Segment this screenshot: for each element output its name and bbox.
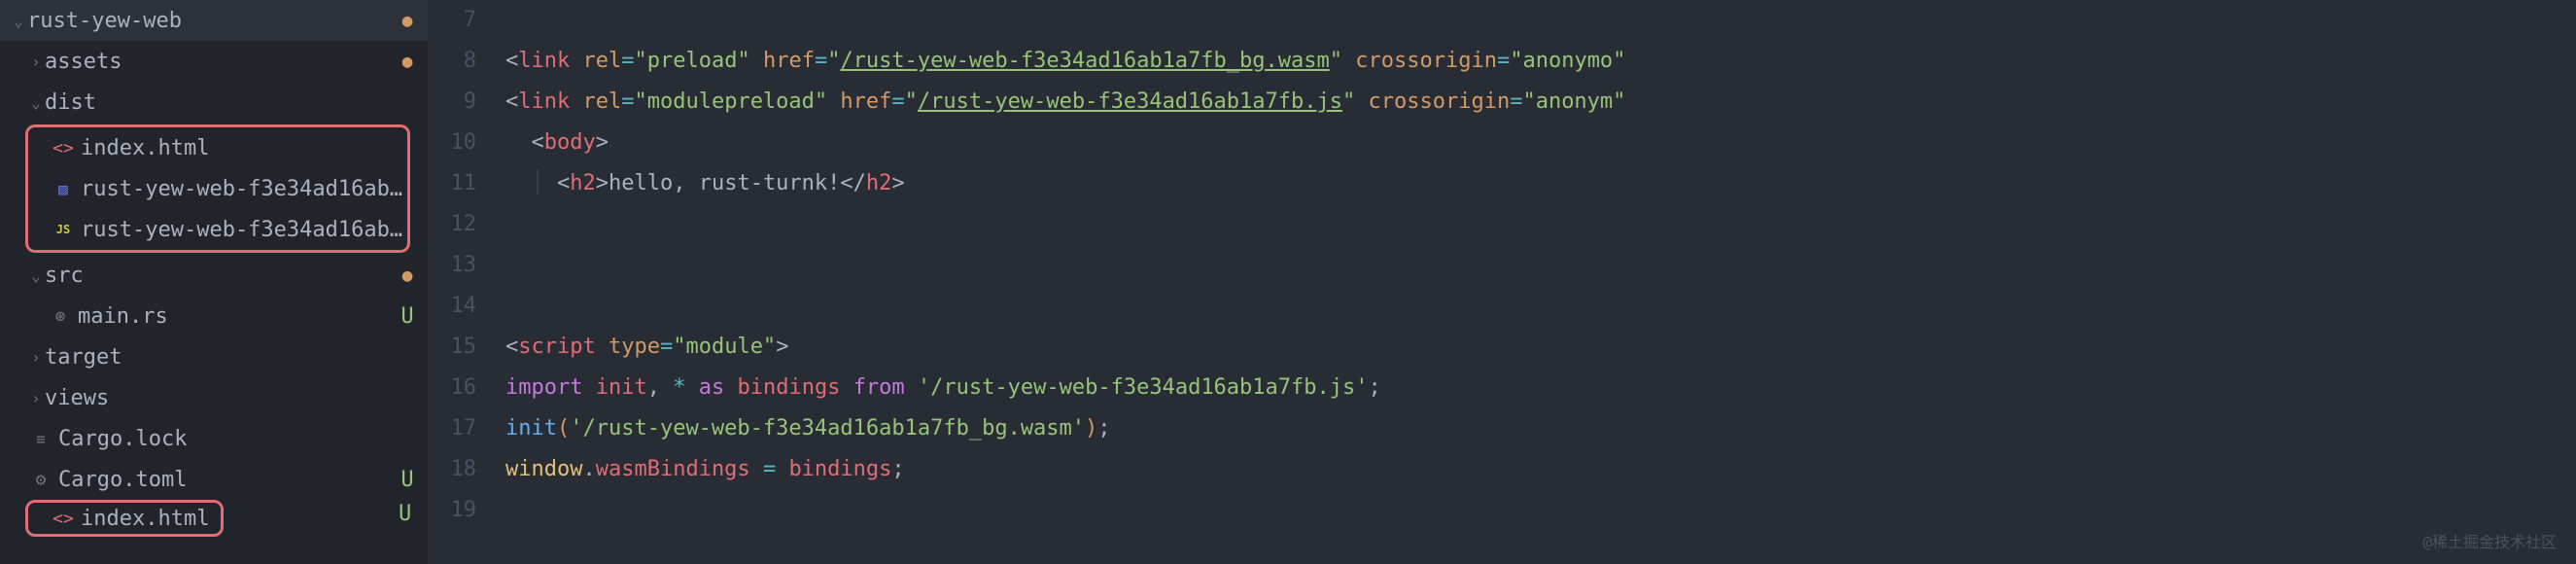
- rust-icon: ⊛: [47, 306, 74, 327]
- file-cargo-lock[interactable]: ≡ Cargo.lock: [0, 418, 428, 459]
- modified-dot-icon: ●: [399, 265, 428, 286]
- file-explorer: ⌄ rust-yew-web ● › assets ● ⌄ dist <> in…: [0, 0, 428, 564]
- folder-dist[interactable]: ⌄ dist: [0, 82, 428, 123]
- folder-src[interactable]: ⌄ src ●: [0, 255, 428, 296]
- highlight-annotation: <> index.html ▨ rust-yew-web-f3e34ad16ab…: [25, 124, 410, 253]
- folder-label: src: [45, 264, 399, 288]
- html-icon: <>: [50, 509, 77, 529]
- chevron-right-icon: ›: [27, 348, 45, 367]
- file-js[interactable]: JS rust-yew-web-f3e34ad16ab1a7fb.js: [28, 209, 407, 250]
- chevron-down-icon: ⌄: [27, 266, 45, 285]
- code-content[interactable]: <link rel="preload" href="/rust-yew-web-…: [505, 0, 2576, 564]
- folder-views[interactable]: › views: [0, 377, 428, 418]
- untracked-badge: U: [399, 304, 428, 329]
- html-icon: <>: [50, 138, 77, 159]
- file-index-html-root[interactable]: <> index.html: [25, 500, 224, 537]
- file-cargo-toml[interactable]: ⚙ Cargo.toml U: [0, 459, 428, 500]
- file-label: index.html: [81, 136, 407, 160]
- modified-dot-icon: ●: [399, 11, 428, 31]
- folder-label: assets: [45, 50, 399, 74]
- root-folder[interactable]: ⌄ rust-yew-web ●: [0, 0, 428, 41]
- chevron-down-icon: ⌄: [10, 12, 27, 30]
- folder-label: target: [45, 345, 399, 370]
- file-wasm[interactable]: ▨ rust-yew-web-f3e34ad16ab1a7fb_bg.wasm: [28, 168, 407, 209]
- file-label: rust-yew-web-f3e34ad16ab1a7fb.js: [81, 218, 407, 242]
- folder-label: views: [45, 386, 399, 410]
- folder-assets[interactable]: › assets ●: [0, 41, 428, 82]
- lock-icon: ≡: [27, 430, 54, 448]
- file-label: main.rs: [78, 304, 399, 329]
- folder-label: rust-yew-web: [27, 9, 399, 33]
- chevron-down-icon: ⌄: [27, 93, 45, 112]
- file-label: rust-yew-web-f3e34ad16ab1a7fb_bg.wasm: [81, 177, 407, 201]
- chevron-right-icon: ›: [27, 389, 45, 407]
- line-gutter: 78910111213141516171819: [428, 0, 505, 564]
- folder-target[interactable]: › target: [0, 336, 428, 377]
- file-label: Cargo.lock: [58, 427, 399, 451]
- watermark: @稀土掘金技术社区: [2422, 529, 2557, 552]
- wasm-icon: ▨: [50, 180, 77, 198]
- untracked-badge: U: [399, 468, 428, 492]
- folder-label: dist: [45, 90, 399, 115]
- file-main-rs[interactable]: ⊛ main.rs U: [0, 296, 428, 336]
- code-editor[interactable]: 78910111213141516171819 <link rel="prelo…: [428, 0, 2576, 564]
- file-label: index.html: [81, 507, 221, 531]
- js-icon: JS: [50, 223, 77, 236]
- file-index-html[interactable]: <> index.html: [28, 127, 407, 168]
- chevron-right-icon: ›: [27, 53, 45, 71]
- gear-icon: ⚙: [27, 470, 54, 490]
- modified-dot-icon: ●: [399, 52, 428, 72]
- file-label: Cargo.toml: [58, 468, 399, 492]
